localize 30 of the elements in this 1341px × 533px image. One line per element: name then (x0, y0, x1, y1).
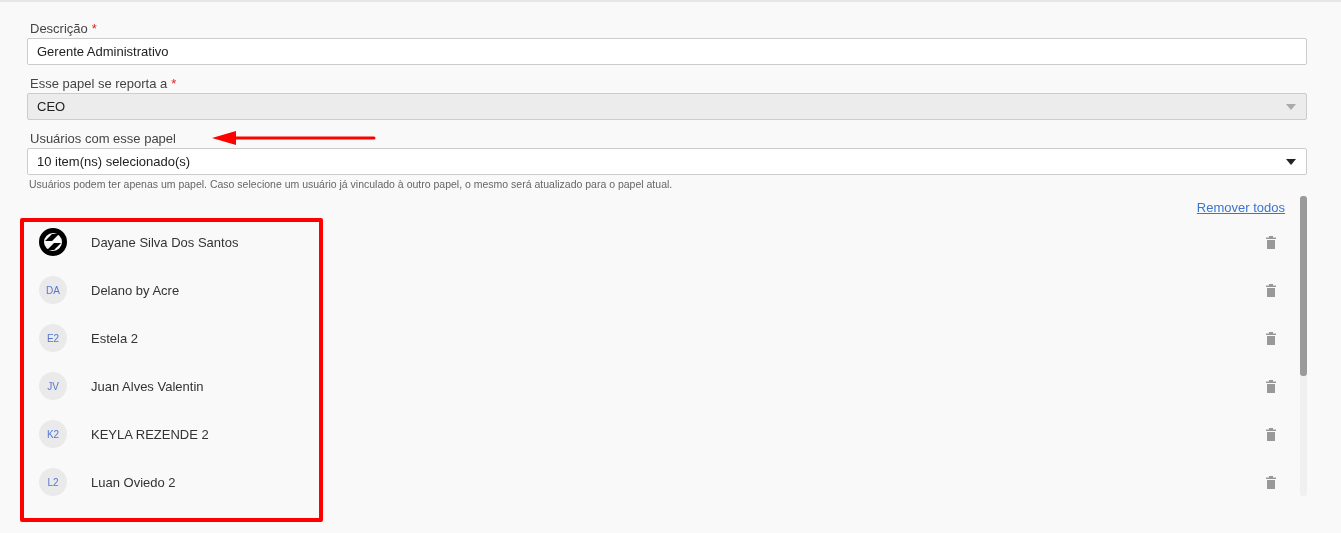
user-name: Delano by Acre (91, 282, 181, 298)
trash-icon[interactable] (1266, 235, 1276, 249)
select-field[interactable]: 10 item(ns) selecionado(s) (27, 148, 1307, 175)
avatar: DA (39, 276, 67, 304)
logo-avatar-icon (39, 228, 67, 256)
help-text: Usuários podem ter apenas um papel. Caso selecione um usuário já vinculado à outro papel, o mesmo será atualizado para o papel atual. (28, 178, 674, 190)
scrollbar[interactable] (1300, 196, 1307, 496)
avatar: L2 (39, 468, 67, 496)
user-name: KEYLA REZENDE 2 (91, 426, 210, 442)
trash-icon[interactable] (1266, 427, 1276, 441)
input-field[interactable]: Gerente Administrativo (27, 38, 1307, 65)
user-name: Dayane Silva Dos Santos (91, 234, 240, 250)
avatar: K2 (39, 420, 67, 448)
avatar: JV (39, 372, 67, 400)
field-label: Esse papel se reporta a (30, 76, 168, 91)
avatar: E2 (39, 324, 67, 352)
caret-icon (1286, 158, 1296, 165)
trash-icon[interactable] (1266, 331, 1276, 345)
user-name: Luan Oviedo 2 (91, 474, 177, 490)
field-label: Descrição (30, 21, 88, 36)
trash-icon[interactable] (1266, 475, 1276, 489)
field-label: Usuários com esse papel (30, 131, 176, 146)
trash-icon[interactable] (1266, 379, 1276, 393)
remove-all-link[interactable]: Remover todos (1196, 199, 1285, 215)
required-asterisk: * (171, 76, 177, 91)
required-asterisk: * (91, 21, 97, 36)
user-name: Estela 2 (91, 330, 139, 346)
caret-icon (1286, 103, 1296, 110)
trash-icon[interactable] (1266, 283, 1276, 297)
user-name: Juan Alves Valentin (91, 378, 205, 394)
